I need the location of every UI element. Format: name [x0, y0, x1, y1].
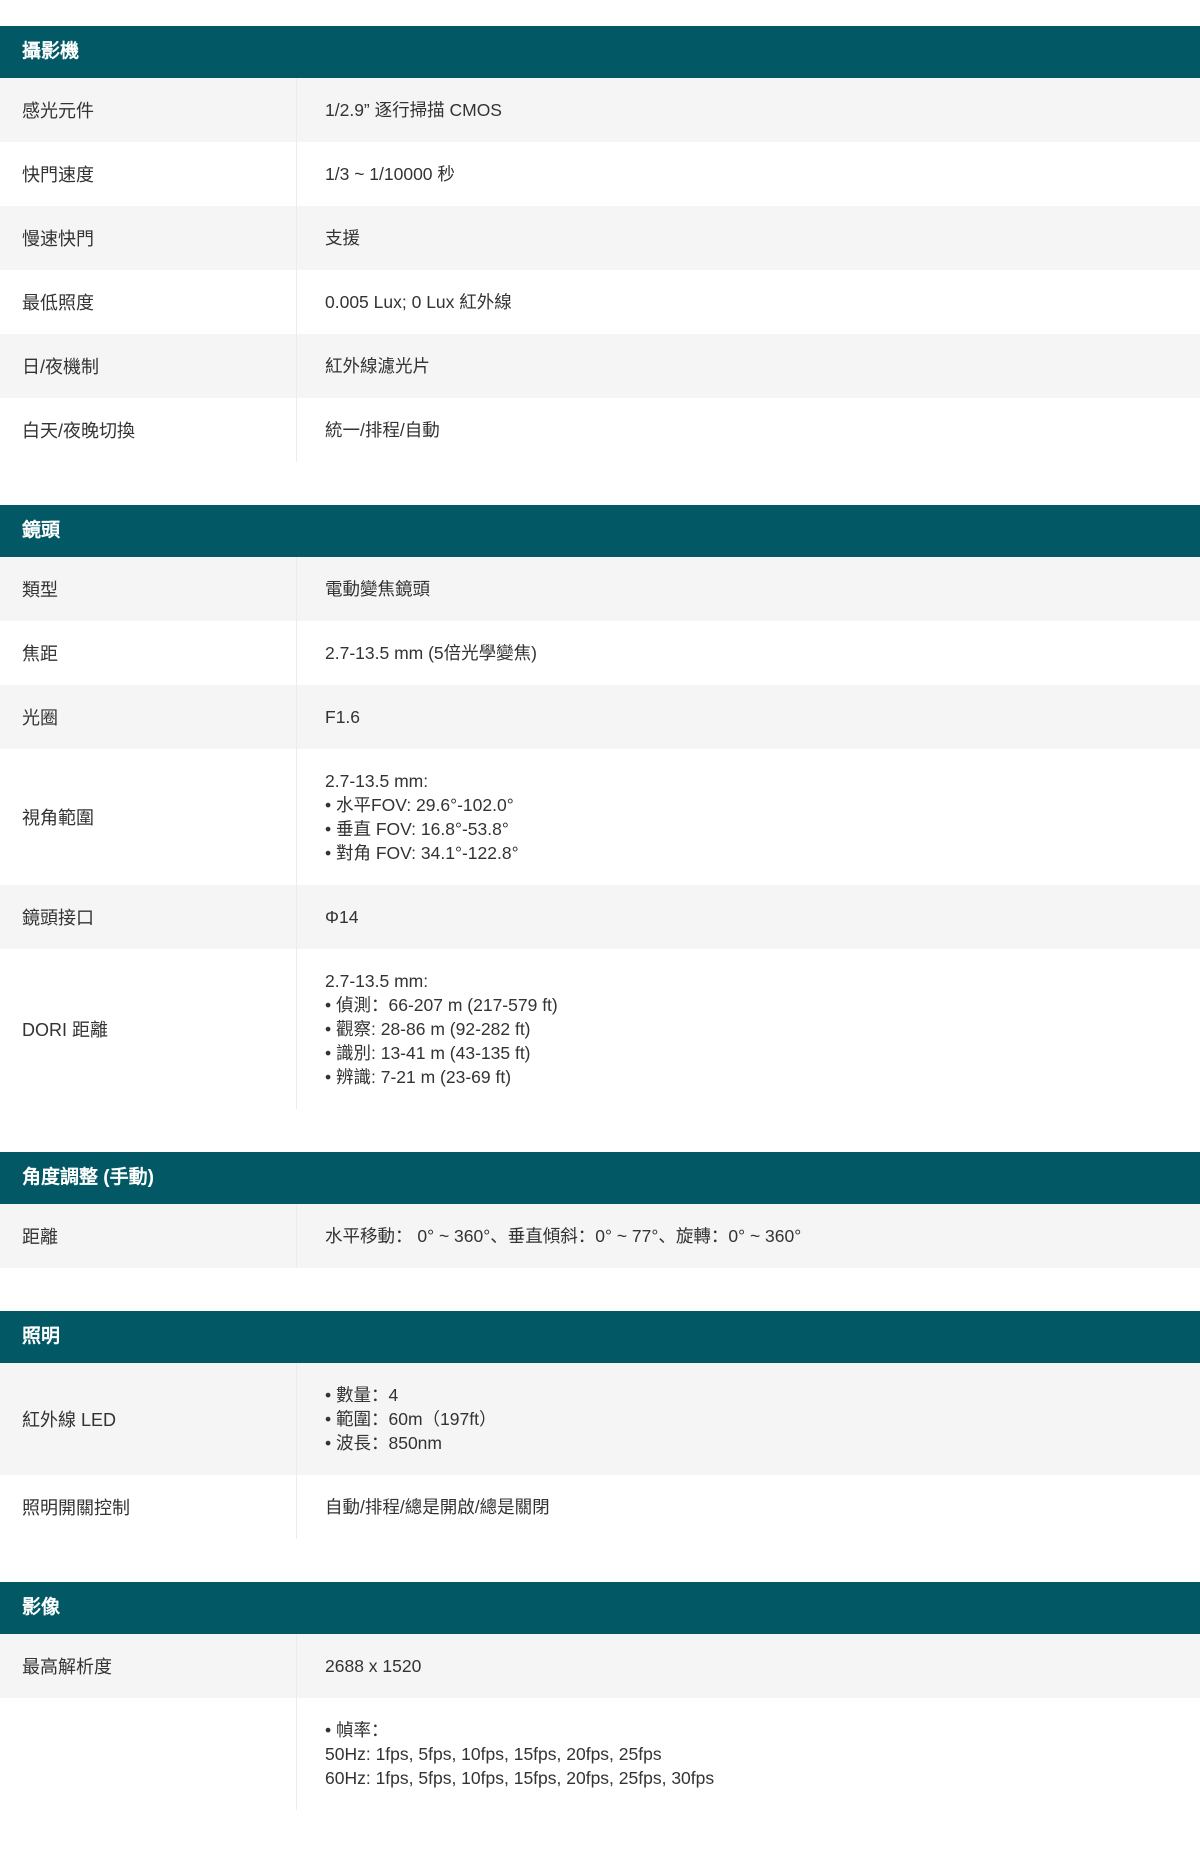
spec-row: 照明開關控制 自動/排程/總是開啟/總是關閉: [0, 1475, 1200, 1539]
spec-label: 光圈: [0, 685, 297, 749]
spec-label: 快門速度: [0, 142, 297, 206]
spec-row: 焦距 2.7-13.5 mm (5倍光學變焦): [0, 621, 1200, 685]
spec-label: 視角範圍: [0, 749, 297, 885]
spec-row: 慢速快門 支援: [0, 206, 1200, 270]
spec-table: 攝影機 感光元件 1/2.9” 逐行掃描 CMOS 快門速度 1/3 ~ 1/10000…: [0, 0, 1200, 1810]
spec-row: 日/夜機制 紅外線濾光片: [0, 334, 1200, 398]
spec-value: 1/2.9” 逐行掃描 CMOS: [297, 78, 1200, 142]
spec-value-line: • 數量：4: [325, 1385, 399, 1405]
spec-row: 類型 電動變焦鏡頭: [0, 557, 1200, 621]
spec-section: 攝影機 感光元件 1/2.9” 逐行掃描 CMOS 快門速度 1/3 ~ 1/10000…: [0, 26, 1200, 462]
spec-row: 視角範圍 2.7-13.5 mm: • 水平FOV: 29.6°-102.0° • 垂…: [0, 749, 1200, 885]
spec-label: 鏡頭接口: [0, 885, 297, 949]
section-title: 攝影機: [0, 26, 1200, 78]
spec-row: 白天/夜晚切換 統一/排程/自動: [0, 398, 1200, 462]
spec-section: 角度調整 (手動) 距離 水平移動： 0° ~ 360°、垂直傾斜：0° ~ 77°…: [0, 1152, 1200, 1268]
spec-row: 感光元件 1/2.9” 逐行掃描 CMOS: [0, 78, 1200, 142]
spec-row: 光圈 F1.6: [0, 685, 1200, 749]
section-title: 角度調整 (手動): [0, 1152, 1200, 1204]
spec-label: 類型: [0, 557, 297, 621]
spec-value: • 幀率： 50Hz: 1fps, 5fps, 10fps, 15fps, 20f…: [297, 1698, 1200, 1810]
spec-value-line: • 幀率：: [325, 1720, 389, 1740]
spec-value: 2.7-13.5 mm (5倍光學變焦): [297, 621, 1200, 685]
spec-label: 紅外線 LED: [0, 1363, 297, 1475]
spec-label: 照明開關控制: [0, 1475, 297, 1539]
spec-row: 快門速度 1/3 ~ 1/10000 秒: [0, 142, 1200, 206]
spec-row: 最高解析度 2688 x 1520: [0, 1634, 1200, 1698]
spec-value: • 數量：4 • 範圍：60m（197ft） • 波長：850nm: [297, 1363, 1200, 1475]
spec-row: 最低照度 0.005 Lux; 0 Lux 紅外線: [0, 270, 1200, 334]
spec-section: 鏡頭 類型 電動變焦鏡頭焦距 2.7-13.5 mm (5倍光學變焦) 光圈 F1.6 視角…: [0, 505, 1200, 1109]
spec-value-line: • 偵測：66-207 m (217-579 ft): [325, 995, 558, 1015]
section-title: 鏡頭: [0, 505, 1200, 557]
spec-value-line: 2.7-13.5 mm:: [325, 971, 429, 991]
spec-label: 距離: [0, 1204, 297, 1268]
spec-value-line: 50Hz: 1fps, 5fps, 10fps, 15fps, 20fps, 2…: [325, 1744, 662, 1764]
spec-value-line: F1.6: [325, 707, 361, 727]
spec-value-line: 2.7-13.5 mm (5倍光學變焦): [325, 643, 537, 663]
spec-value: 紅外線濾光片: [297, 334, 1200, 398]
spec-value: 2.7-13.5 mm: • 偵測：66-207 m (217-579 ft) • …: [297, 949, 1200, 1109]
spec-section: 影像 最高解析度 2688 x 1520 • 幀率： 50Hz: 1fps, 5fps,…: [0, 1582, 1200, 1810]
spec-label: 最低照度: [0, 270, 297, 334]
spec-value-line: 1/2.9” 逐行掃描 CMOS: [325, 100, 502, 120]
spec-value-line: • 水平FOV: 29.6°-102.0°: [325, 795, 514, 815]
spec-value-line: 統一/排程/自動: [325, 420, 440, 440]
spec-value-line: 紅外線濾光片: [325, 356, 430, 376]
spec-value: 1/3 ~ 1/10000 秒: [297, 142, 1200, 206]
spec-value-line: • 波長：850nm: [325, 1433, 442, 1453]
spec-value-line: • 辨識: 7-21 m (23-69 ft): [325, 1067, 512, 1087]
spec-value: 水平移動： 0° ~ 360°、垂直傾斜：0° ~ 77°、旋轉：0° ~ 36…: [297, 1204, 1200, 1268]
spec-value-line: Φ14: [325, 907, 359, 927]
spec-value-line: 0.005 Lux; 0 Lux 紅外線: [325, 292, 512, 312]
spec-label: 白天/夜晚切換: [0, 398, 297, 462]
spec-value: Φ14: [297, 885, 1200, 949]
spec-value: F1.6: [297, 685, 1200, 749]
spec-value-line: • 範圍：60m（197ft）: [325, 1409, 497, 1429]
spec-row: DORI 距離 2.7-13.5 mm: • 偵測：66-207 m (217-57…: [0, 949, 1200, 1109]
spec-label: [0, 1698, 297, 1810]
spec-label: 慢速快門: [0, 206, 297, 270]
spec-value-line: • 垂直 FOV: 16.8°-53.8°: [325, 819, 509, 839]
spec-value-line: • 觀察: 28-86 m (92-282 ft): [325, 1019, 531, 1039]
spec-value: 支援: [297, 206, 1200, 270]
spec-value-line: 自動/排程/總是開啟/總是關閉: [325, 1497, 550, 1517]
spec-value-line: 60Hz: 1fps, 5fps, 10fps, 15fps, 20fps, 2…: [325, 1768, 715, 1788]
spec-value-line: 1/3 ~ 1/10000 秒: [325, 164, 455, 184]
spec-value: 2688 x 1520: [297, 1634, 1200, 1698]
spec-value-line: 2.7-13.5 mm:: [325, 771, 429, 791]
spec-label: 日/夜機制: [0, 334, 297, 398]
spec-section: 照明 紅外線 LED • 數量：4 • 範圍：60m（197ft） • 波長：850nm…: [0, 1311, 1200, 1539]
spec-row: • 幀率： 50Hz: 1fps, 5fps, 10fps, 15fps, 20f…: [0, 1698, 1200, 1810]
spec-value-line: 水平移動： 0° ~ 360°、垂直傾斜：0° ~ 77°、旋轉：0° ~ 36…: [325, 1226, 802, 1246]
spec-value-line: • 對角 FOV: 34.1°-122.8°: [325, 843, 519, 863]
spec-label: 最高解析度: [0, 1634, 297, 1698]
spec-value-line: 2688 x 1520: [325, 1656, 422, 1676]
spec-label: 感光元件: [0, 78, 297, 142]
spec-row: 距離 水平移動： 0° ~ 360°、垂直傾斜：0° ~ 77°、旋轉：0° ~ …: [0, 1204, 1200, 1268]
spec-value-line: • 識別: 13-41 m (43-135 ft): [325, 1043, 531, 1063]
spec-label: DORI 距離: [0, 949, 297, 1109]
section-title: 影像: [0, 1582, 1200, 1634]
spec-row: 鏡頭接口 Φ14: [0, 885, 1200, 949]
spec-value: 自動/排程/總是開啟/總是關閉: [297, 1475, 1200, 1539]
spec-value: 0.005 Lux; 0 Lux 紅外線: [297, 270, 1200, 334]
spec-value: 電動變焦鏡頭: [297, 557, 1200, 621]
spec-value: 統一/排程/自動: [297, 398, 1200, 462]
spec-value-line: 電動變焦鏡頭: [325, 579, 430, 599]
spec-value: 2.7-13.5 mm: • 水平FOV: 29.6°-102.0° • 垂直 FO…: [297, 749, 1200, 885]
spec-value-line: 支援: [325, 228, 360, 248]
spec-row: 紅外線 LED • 數量：4 • 範圍：60m（197ft） • 波長：850nm: [0, 1363, 1200, 1475]
spec-label: 焦距: [0, 621, 297, 685]
section-title: 照明: [0, 1311, 1200, 1363]
